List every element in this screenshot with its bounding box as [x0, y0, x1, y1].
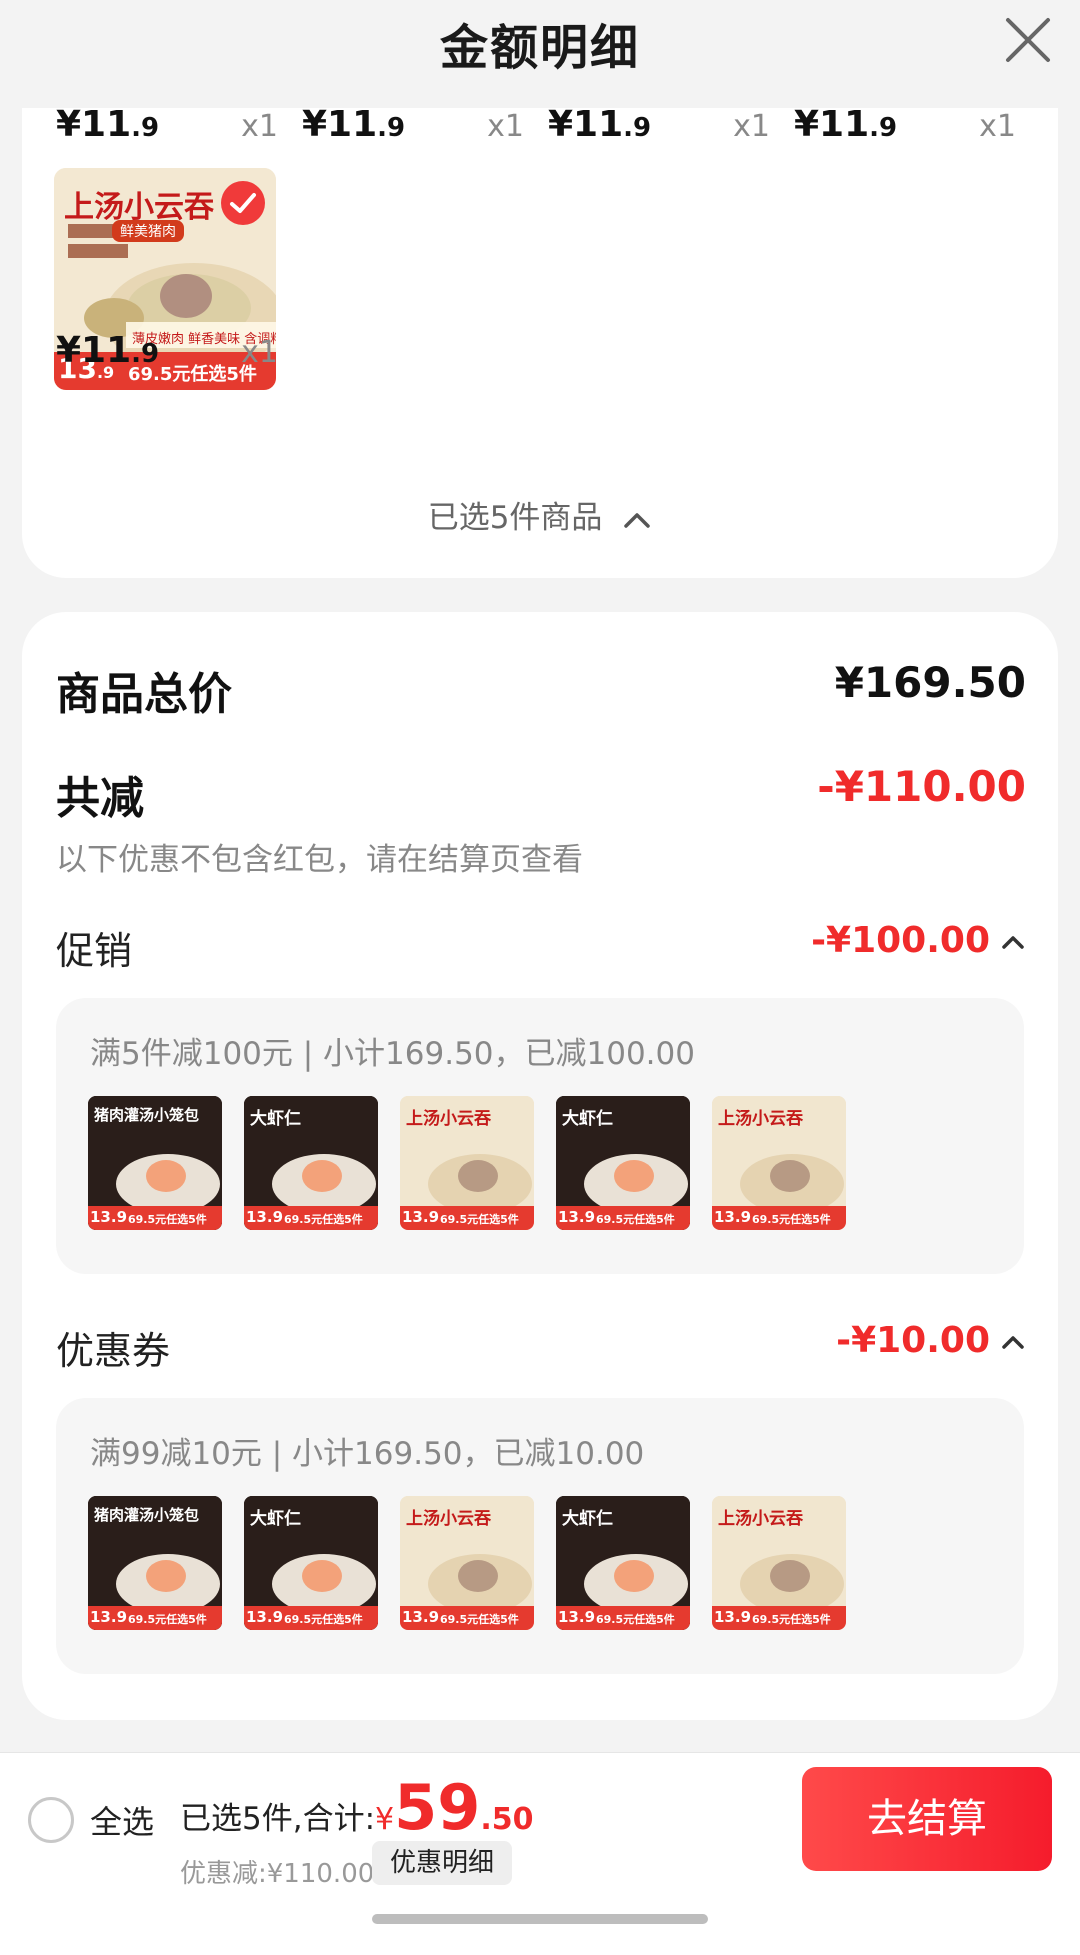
thumb-title: 大虾仁	[562, 1109, 613, 1129]
item-price: ¥11.9	[548, 104, 652, 145]
thumb-banner: 69.5元任选5件	[752, 1613, 831, 1626]
thumb-title: 猪肉灌汤小笼包	[94, 1106, 200, 1124]
thumb-banner: 69.5元任选5件	[440, 1213, 519, 1226]
thumb-title: 大虾仁	[562, 1509, 613, 1529]
item-qty: x1	[241, 335, 278, 370]
thumb-banner: 69.5元任选5件	[284, 1213, 363, 1226]
total-price-label: 商品总价	[56, 669, 232, 720]
thumb-title: 上汤小云吞	[406, 1509, 491, 1529]
thumb-title: 大虾仁	[250, 1109, 301, 1129]
coupon-label: 优惠券	[56, 1329, 171, 1373]
thumb-price-badge: 13.9	[90, 1208, 128, 1226]
thumb-price-badge: 13.9	[558, 1608, 596, 1626]
thumb-price-badge: 13.9	[714, 1608, 752, 1626]
item-price: ¥11.9	[302, 104, 406, 145]
thumb-banner: 69.5元任选5件	[128, 1213, 207, 1226]
total-summary: 已选5件,合计:¥59.50	[180, 1771, 534, 1844]
bottom-bar: 全选 已选5件,合计:¥59.50 优惠减:¥110.00 优惠明细 去结算	[0, 1752, 1080, 1955]
total-reduce-value: -¥110.00	[817, 762, 1026, 811]
thumb-title: 大虾仁	[250, 1509, 301, 1529]
total-cents: .50	[480, 1802, 534, 1837]
select-all-radio[interactable]	[28, 1797, 74, 1843]
thumb-price-badge: 13.9	[90, 1608, 128, 1626]
promo-toggle[interactable]: -¥100.00	[811, 920, 1026, 961]
product-thumbnail[interactable]: 猪肉灌汤小笼包 13.9 69.5元任选5件	[88, 1096, 222, 1230]
item-price: ¥11.9	[794, 104, 898, 145]
thumb-price-badge: 13.9	[714, 1208, 752, 1226]
item-qty: x1	[487, 109, 524, 144]
currency-symbol: ¥	[375, 1802, 395, 1837]
product-thumbnail[interactable]: 大虾仁 13.9 69.5元任选5件	[556, 1496, 690, 1630]
thumb-banner: 69.5元任选5件	[284, 1613, 363, 1626]
select-all-label[interactable]: 全选	[90, 1797, 154, 1843]
thumb-banner: 69.5元任选5件	[752, 1213, 831, 1226]
coupon-value: -¥10.00	[836, 1320, 990, 1361]
item-price-row: ¥11.9 x1	[56, 330, 278, 371]
selected-count-toggle[interactable]: 已选5件商品	[22, 492, 1058, 537]
thumb-banner: 69.5元任选5件	[596, 1613, 675, 1626]
total-reduce-label: 共减	[56, 773, 144, 824]
thumb-title: 上汤小云吞	[718, 1109, 803, 1129]
product-thumbnail[interactable]: 大虾仁 13.9 69.5元任选5件	[244, 1096, 378, 1230]
thumb-price-badge: 13.9	[558, 1208, 596, 1226]
product-thumbnail[interactable]: 上汤小云吞 13.9 69.5元任选5件	[400, 1096, 534, 1230]
product-thumbnail[interactable]: 大虾仁 13.9 69.5元任选5件	[556, 1096, 690, 1230]
coupon-desc: 满99减10元 | 小计169.50，已减10.00	[90, 1436, 645, 1472]
product-thumbnail[interactable]: 大虾仁 13.9 69.5元任选5件	[244, 1496, 378, 1630]
home-indicator[interactable]	[372, 1914, 708, 1924]
promo-desc: 满5件减100元 | 小计169.50，已减100.00	[90, 1036, 695, 1072]
thumb-subtitle: 鲜美猪肉	[112, 220, 184, 242]
promo-value: -¥100.00	[811, 920, 990, 961]
item-qty: x1	[733, 109, 770, 144]
amount-detail-card: 商品总价 ¥169.50 共减 -¥110.00 以下优惠不包含红包，请在结算页…	[22, 612, 1058, 1720]
selected-total-label: 已选5件,合计:	[180, 1801, 376, 1837]
thumb-title: 上汤小云吞	[718, 1509, 803, 1529]
thumb-price-badge: 13.9	[246, 1608, 284, 1626]
item-price-row: ¥11.9 x1	[794, 104, 1016, 145]
chevron-up-icon	[1002, 936, 1024, 949]
close-icon[interactable]	[1000, 12, 1056, 68]
thumb-banner: 69.5元任选5件	[128, 1613, 207, 1626]
thumb-price-badge: 13.9	[246, 1208, 284, 1226]
coupon-toggle[interactable]: -¥10.00	[836, 1320, 1026, 1361]
thumb-banner: 69.5元任选5件	[440, 1613, 519, 1626]
total-price-value: ¥169.50	[834, 658, 1026, 707]
thumb-price-badge: 13.9	[402, 1608, 440, 1626]
item-price: ¥11.9	[56, 330, 160, 371]
item-price: ¥11.9	[56, 104, 160, 145]
chevron-up-icon	[624, 512, 651, 528]
header: 金额明细	[0, 0, 1080, 108]
item-price-row: ¥11.9 x1	[56, 104, 278, 145]
product-thumbnail[interactable]: 上汤小云吞 13.9 69.5元任选5件	[712, 1096, 846, 1230]
product-thumbnail[interactable]: 上汤小云吞 13.9 69.5元任选5件	[400, 1496, 534, 1630]
product-thumbnail[interactable]: 猪肉灌汤小笼包 13.9 69.5元任选5件	[88, 1496, 222, 1630]
promo-product-list: 猪肉灌汤小笼包 13.9 69.5元任选5件 大虾仁 13.9 69.5元任选5件 上汤小云…	[88, 1096, 846, 1230]
checkout-button[interactable]: 去结算	[802, 1767, 1052, 1871]
item-price-row: ¥11.9 x1	[302, 104, 524, 145]
total-amount: 59	[394, 1771, 481, 1844]
chevron-up-icon	[1002, 1336, 1024, 1349]
item-qty: x1	[979, 109, 1016, 144]
thumb-banner: 69.5元任选5件	[596, 1213, 675, 1226]
item-price-row: ¥11.9 x1	[548, 104, 770, 145]
coupon-detail-box: 满99减10元 | 小计169.50，已减10.00 猪肉灌汤小笼包 13.9 69…	[56, 1398, 1024, 1674]
selected-items-card: ¥11.9 x1 ¥11.9 x1 ¥11.9 x1 ¥11.9 x1 上汤小云…	[22, 60, 1058, 578]
thumb-title: 上汤小云吞	[406, 1109, 491, 1129]
discount-summary: 优惠减:¥110.00	[180, 1859, 375, 1889]
item-qty: x1	[241, 109, 278, 144]
coupon-product-list: 猪肉灌汤小笼包 13.9 69.5元任选5件 大虾仁 13.9 69.5元任选5件 上汤小云…	[88, 1496, 846, 1630]
thumb-title: 猪肉灌汤小笼包	[94, 1506, 200, 1524]
discount-detail-button[interactable]: 优惠明细	[372, 1841, 512, 1885]
selected-count-label: 已选5件商品	[427, 500, 603, 536]
promo-detail-box: 满5件减100元 | 小计169.50，已减100.00 猪肉灌汤小笼包 13.9…	[56, 998, 1024, 1274]
checkmark-icon[interactable]	[220, 180, 266, 226]
page-title: 金额明细	[439, 20, 640, 76]
thumb-price-badge: 13.9	[402, 1208, 440, 1226]
promo-label: 促销	[56, 929, 133, 973]
product-thumbnail[interactable]: 上汤小云吞 13.9 69.5元任选5件	[712, 1496, 846, 1630]
discount-note: 以下优惠不包含红包，请在结算页查看	[56, 842, 583, 878]
